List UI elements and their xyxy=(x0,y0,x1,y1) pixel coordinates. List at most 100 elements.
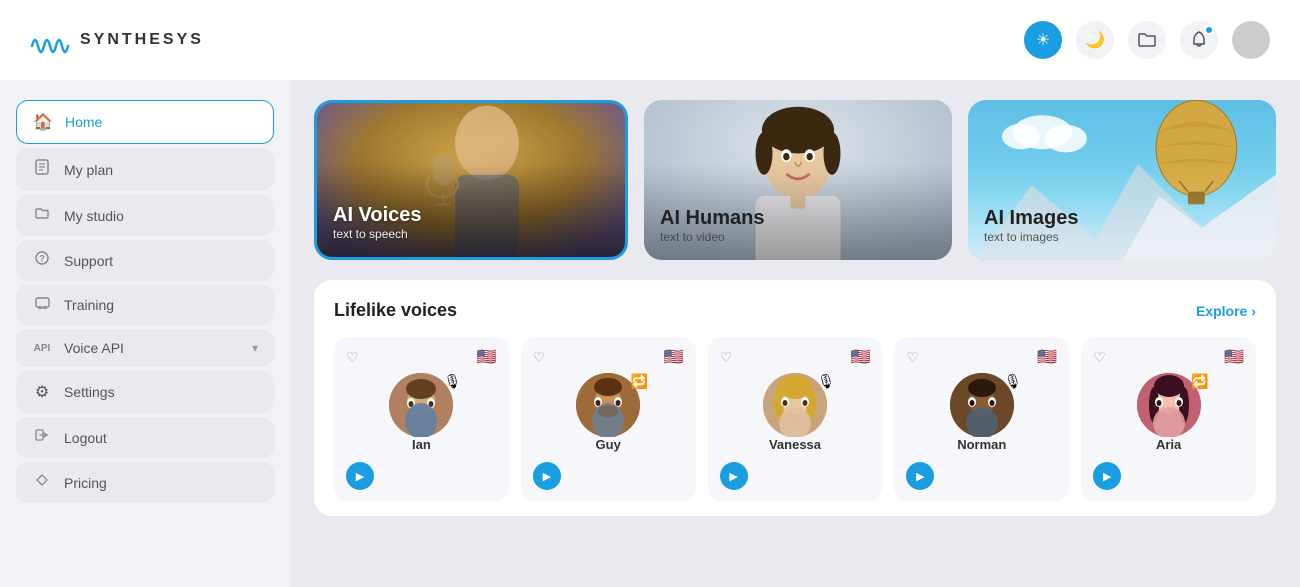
app-name: SYNTHESYS xyxy=(80,31,204,49)
sidebar-item-home[interactable]: 🏠 Home xyxy=(16,100,274,144)
voice-card-vanessa: ♡ 🇺🇸 xyxy=(708,337,883,502)
aria-name: Aria xyxy=(1156,437,1181,452)
ai-voices-card[interactable]: AI Voices text to speech xyxy=(314,100,628,260)
voices-header: Lifelike voices Explore › xyxy=(334,300,1256,321)
voice-cards-list: ♡ 🇺🇸 xyxy=(334,337,1256,502)
guy-favorite-icon[interactable]: ♡ xyxy=(533,349,546,366)
norman-play-button[interactable]: ▶ xyxy=(906,462,934,490)
sidebar: 🏠 Home My plan My studio ? Support Tra xyxy=(0,80,290,587)
voices-section: Lifelike voices Explore › ♡ 🇺🇸 xyxy=(314,280,1276,516)
sidebar-item-logout-label: Logout xyxy=(64,430,107,446)
pricing-icon xyxy=(32,473,52,492)
sidebar-item-settings-label: Settings xyxy=(64,384,115,400)
sidebar-item-voice-api[interactable]: API Voice API ▾ xyxy=(16,329,274,367)
user-avatar-button[interactable] xyxy=(1232,21,1270,59)
home-icon: 🏠 xyxy=(33,112,53,132)
ian-play-button[interactable]: ▶ xyxy=(346,462,374,490)
ai-images-subtitle: text to images xyxy=(984,230,1078,244)
voice-card-vanessa-top: ♡ 🇺🇸 xyxy=(720,347,871,367)
aria-favorite-icon[interactable]: ♡ xyxy=(1093,349,1106,366)
sidebar-item-home-label: Home xyxy=(65,114,102,130)
vanessa-play-button[interactable]: ▶ xyxy=(720,462,748,490)
api-icon: API xyxy=(32,343,52,354)
ai-humans-subtitle: text to video xyxy=(660,230,764,244)
norman-avatar-wrapper: 🎙 xyxy=(950,373,1014,437)
logo: SYNTHESYS xyxy=(30,26,204,54)
sidebar-item-pricing[interactable]: Pricing xyxy=(16,462,274,503)
aria-play-button[interactable]: ▶ xyxy=(1093,462,1121,490)
voices-title: Lifelike voices xyxy=(334,300,457,321)
norman-name: Norman xyxy=(957,437,1006,452)
ian-flag: 🇺🇸 xyxy=(477,347,497,367)
support-icon: ? xyxy=(32,251,52,270)
notifications-button[interactable] xyxy=(1180,21,1218,59)
ian-avatar-wrapper: 🎙 xyxy=(389,373,453,437)
main-content: AI Voices text to speech xyxy=(290,80,1300,587)
voice-card-norman-top: ♡ 🇺🇸 xyxy=(906,347,1057,367)
vanessa-favorite-icon[interactable]: ♡ xyxy=(720,349,733,366)
norman-favorite-icon[interactable]: ♡ xyxy=(906,349,919,366)
sidebar-item-logout[interactable]: Logout xyxy=(16,417,274,458)
aria-badge: 🔁 xyxy=(1191,373,1208,390)
sidebar-item-my-plan[interactable]: My plan xyxy=(16,148,274,191)
ai-humans-card[interactable]: AI Humans text to video xyxy=(644,100,952,260)
vanessa-avatar-wrapper: 🎙 xyxy=(763,373,827,437)
sidebar-item-pricing-label: Pricing xyxy=(64,475,107,491)
logo-icon xyxy=(30,26,70,54)
feature-cards-row: AI Voices text to speech xyxy=(314,100,1276,260)
header: SYNTHESYS ☀ 🌙 xyxy=(0,0,1300,80)
training-icon xyxy=(32,296,52,314)
sidebar-item-training-label: Training xyxy=(64,297,114,313)
ai-voices-title: AI Voices xyxy=(333,204,422,227)
vanessa-badge: 🎙 xyxy=(817,373,835,390)
sidebar-item-training[interactable]: Training xyxy=(16,285,274,325)
guy-play-button[interactable]: ▶ xyxy=(533,462,561,490)
ai-images-card[interactable]: AI Images text to images xyxy=(968,100,1276,260)
header-actions: ☀ 🌙 xyxy=(1024,21,1270,59)
app-layout: 🏠 Home My plan My studio ? Support Tra xyxy=(0,80,1300,587)
explore-arrow-icon: › xyxy=(1251,303,1256,319)
folder-icon xyxy=(1138,32,1156,48)
vanessa-name: Vanessa xyxy=(769,437,821,452)
sidebar-item-support-label: Support xyxy=(64,253,113,269)
guy-flag: 🇺🇸 xyxy=(664,347,684,367)
logout-icon xyxy=(32,428,52,447)
guy-avatar-wrapper: 🔁 xyxy=(576,373,640,437)
voice-card-guy: ♡ 🇺🇸 xyxy=(521,337,696,502)
sidebar-item-voice-api-label: Voice API xyxy=(64,340,124,356)
bell-icon xyxy=(1191,31,1207,49)
dark-mode-button[interactable]: 🌙 xyxy=(1076,21,1114,59)
norman-badge: 🎙 xyxy=(1004,373,1022,390)
sidebar-item-my-plan-label: My plan xyxy=(64,162,113,178)
voice-card-norman: ♡ 🇺🇸 xyxy=(894,337,1069,502)
ian-name: Ian xyxy=(412,437,431,452)
explore-label: Explore xyxy=(1196,303,1247,319)
ai-voices-content: AI Voices text to speech xyxy=(333,204,422,241)
ian-favorite-icon[interactable]: ♡ xyxy=(346,349,359,366)
folder-button[interactable] xyxy=(1128,21,1166,59)
notification-badge xyxy=(1204,25,1214,35)
sidebar-item-support[interactable]: ? Support xyxy=(16,240,274,281)
aria-avatar-wrapper: 🔁 xyxy=(1137,373,1201,437)
ai-humans-title: AI Humans xyxy=(660,207,764,230)
ai-images-content: AI Images text to images xyxy=(984,207,1078,244)
light-mode-button[interactable]: ☀ xyxy=(1024,21,1062,59)
explore-button[interactable]: Explore › xyxy=(1196,303,1256,319)
ai-voices-subtitle: text to speech xyxy=(333,227,422,241)
ai-images-title: AI Images xyxy=(984,207,1078,230)
sidebar-item-my-studio[interactable]: My studio xyxy=(16,195,274,236)
ai-humans-content: AI Humans text to video xyxy=(660,207,764,244)
aria-flag: 🇺🇸 xyxy=(1224,347,1244,367)
voice-card-ian-top: ♡ 🇺🇸 xyxy=(346,347,497,367)
sidebar-item-settings[interactable]: ⚙ Settings xyxy=(16,371,274,413)
guy-badge: 🔁 xyxy=(631,373,648,390)
voice-card-guy-top: ♡ 🇺🇸 xyxy=(533,347,684,367)
studio-icon xyxy=(32,206,52,225)
chevron-down-icon: ▾ xyxy=(252,341,258,355)
guy-name: Guy xyxy=(596,437,621,452)
plan-icon xyxy=(32,159,52,180)
ian-badge: 🎙 xyxy=(444,373,462,390)
voice-card-aria: ♡ 🇺🇸 xyxy=(1081,337,1256,502)
norman-flag: 🇺🇸 xyxy=(1037,347,1057,367)
settings-icon: ⚙ xyxy=(32,382,52,402)
